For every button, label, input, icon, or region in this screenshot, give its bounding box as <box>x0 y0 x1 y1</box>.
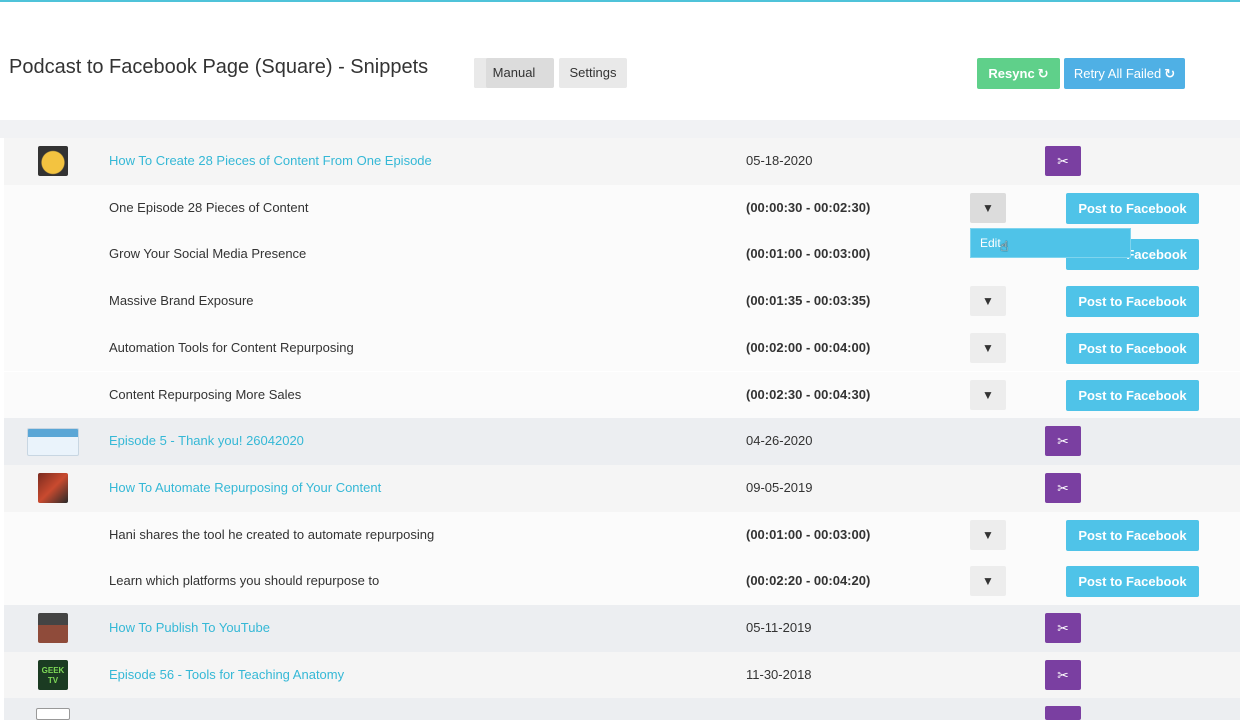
episode-thumbnail <box>38 146 68 176</box>
retry-all-failed-button[interactable]: Retry All Failed ↻ <box>1064 58 1185 89</box>
post-to-facebook-button[interactable]: Post to Facebook <box>1066 286 1199 318</box>
snippet-row: Hani shares the tool he created to autom… <box>4 511 1240 559</box>
snippet-title: Hani shares the tool he created to autom… <box>109 526 435 542</box>
create-snippet-button[interactable]: ✂ <box>1045 613 1081 643</box>
refresh-icon: ↻ <box>1164 66 1176 81</box>
snippet-row: Content Repurposing More Sales (00:02:30… <box>4 371 1240 419</box>
snippet-options-toggle[interactable]: ▼ <box>970 379 1006 410</box>
chevron-down-icon: ▼ <box>982 200 994 215</box>
snippet-row: Automation Tools for Content Repurposing… <box>4 324 1240 372</box>
post-to-facebook-button[interactable]: Post to Facebook <box>1066 566 1199 598</box>
snippet-options-toggle[interactable]: ▼ <box>970 519 1006 550</box>
snippet-title: Content Repurposing More Sales <box>109 386 302 402</box>
create-snippet-button[interactable]: ✂ <box>1045 472 1081 503</box>
snippet-time-range: (00:01:00 - 00:03:00) <box>746 526 871 542</box>
episode-date: 11-30-2018 <box>746 666 812 682</box>
snippet-options-toggle[interactable]: ▼ <box>970 332 1006 363</box>
tab-settings[interactable]: Settings <box>559 58 627 88</box>
episode-row: Episode 5 - Thank you! 26042020 04-26-20… <box>4 418 1240 465</box>
create-snippet-button[interactable]: ✂ <box>1045 146 1081 176</box>
episode-title-link[interactable]: How To Automate Repurposing of Your Cont… <box>109 480 381 495</box>
chevron-down-icon: ▼ <box>982 527 994 542</box>
snippet-title: Grow Your Social Media Presence <box>109 246 307 262</box>
episode-thumbnail <box>36 708 70 720</box>
refresh-icon: ↻ <box>1037 66 1049 81</box>
scissors-icon: ✂ <box>1057 479 1069 496</box>
section-divider-band <box>0 120 1240 138</box>
chevron-down-icon: ▼ <box>982 340 994 355</box>
chevron-down-icon: ▼ <box>982 387 994 402</box>
chevron-down-icon: ▼ <box>982 294 994 309</box>
snippet-title: Automation Tools for Content Repurposing <box>109 339 354 355</box>
episode-row: How To Automate Repurposing of Your Cont… <box>4 464 1240 512</box>
post-to-facebook-button[interactable]: Post to Facebook <box>1066 519 1199 551</box>
episode-thumbnail: GEEK TV <box>38 659 68 690</box>
episode-row: How To Publish To YouTube 05-11-2019 ✂ <box>4 605 1240 652</box>
post-to-facebook-button[interactable]: Post to Facebook <box>1066 332 1199 364</box>
snippet-time-range: (00:02:20 - 00:04:20) <box>746 573 871 589</box>
scissors-icon: ✂ <box>1057 666 1069 683</box>
snippet-options-toggle[interactable]: ▼ <box>970 192 1006 223</box>
episode-thumbnail <box>38 472 68 503</box>
episode-title-link[interactable]: How To Create 28 Pieces of Content From … <box>109 153 432 168</box>
episode-row: How To Create 28 Pieces of Content From … <box>4 138 1240 185</box>
create-snippet-button[interactable] <box>1045 706 1081 720</box>
episode-date: 04-26-2020 <box>746 433 813 449</box>
post-to-facebook-button[interactable]: Post to Facebook <box>1066 379 1199 411</box>
scissors-icon: ✂ <box>1057 433 1069 450</box>
episode-date: 09-05-2019 <box>746 479 813 495</box>
episode-title-link[interactable]: Episode 56 - Tools for Teaching Anatomy <box>109 667 344 682</box>
snippet-time-range: (00:00:30 - 00:02:30) <box>746 199 871 215</box>
episode-thumbnail <box>27 428 79 457</box>
snippet-row: Massive Brand Exposure (00:01:35 - 00:03… <box>4 278 1240 325</box>
chevron-down-icon: ▼ <box>982 574 994 589</box>
tab-manual[interactable]: Manual <box>474 58 554 88</box>
create-snippet-button[interactable]: ✂ <box>1045 659 1081 690</box>
hand-cursor-icon: ☝ <box>1000 238 1009 254</box>
snippet-title: Learn which platforms you should repurpo… <box>109 573 380 589</box>
episode-row <box>4 698 1240 720</box>
snippet-options-dropdown: Edit <box>970 228 1131 258</box>
snippet-time-range: (00:01:00 - 00:03:00) <box>746 246 871 262</box>
post-to-facebook-button[interactable]: Post to Facebook <box>1066 192 1199 224</box>
create-snippet-button[interactable]: ✂ <box>1045 426 1081 457</box>
snippet-time-range: (00:01:35 - 00:03:35) <box>746 293 871 309</box>
scissors-icon: ✂ <box>1057 620 1069 636</box>
dropdown-item-edit[interactable]: Edit <box>980 236 1001 250</box>
episode-thumbnail <box>38 613 68 643</box>
episode-title-link[interactable]: Episode 5 - Thank you! 26042020 <box>109 433 304 448</box>
snippet-options-toggle[interactable]: ▼ <box>970 566 1006 597</box>
snippet-time-range: (00:02:00 - 00:04:00) <box>746 339 871 355</box>
episode-title-link[interactable]: How To Publish To YouTube <box>109 620 270 635</box>
episode-date: 05-11-2019 <box>746 620 812 635</box>
snippet-time-range: (00:02:30 - 00:04:30) <box>746 386 871 402</box>
snippet-row: Learn which platforms you should repurpo… <box>4 558 1240 605</box>
episode-row: GEEK TV Episode 56 - Tools for Teaching … <box>4 651 1240 699</box>
snippet-row: One Episode 28 Pieces of Content (00:00:… <box>4 184 1240 232</box>
resync-label: Resync <box>988 66 1035 81</box>
snippet-title: Massive Brand Exposure <box>109 293 254 309</box>
retry-label: Retry All Failed <box>1073 66 1162 81</box>
resync-button[interactable]: Resync ↻ <box>977 58 1060 89</box>
episode-date: 05-18-2020 <box>746 153 813 168</box>
scissors-icon: ✂ <box>1057 153 1069 169</box>
page-title: Podcast to Facebook Page (Square) - Snip… <box>9 56 429 78</box>
snippet-options-toggle[interactable]: ▼ <box>970 286 1006 317</box>
snippet-title: One Episode 28 Pieces of Content <box>109 199 309 215</box>
page-header: Podcast to Facebook Page (Square) - Snip… <box>0 2 1240 120</box>
